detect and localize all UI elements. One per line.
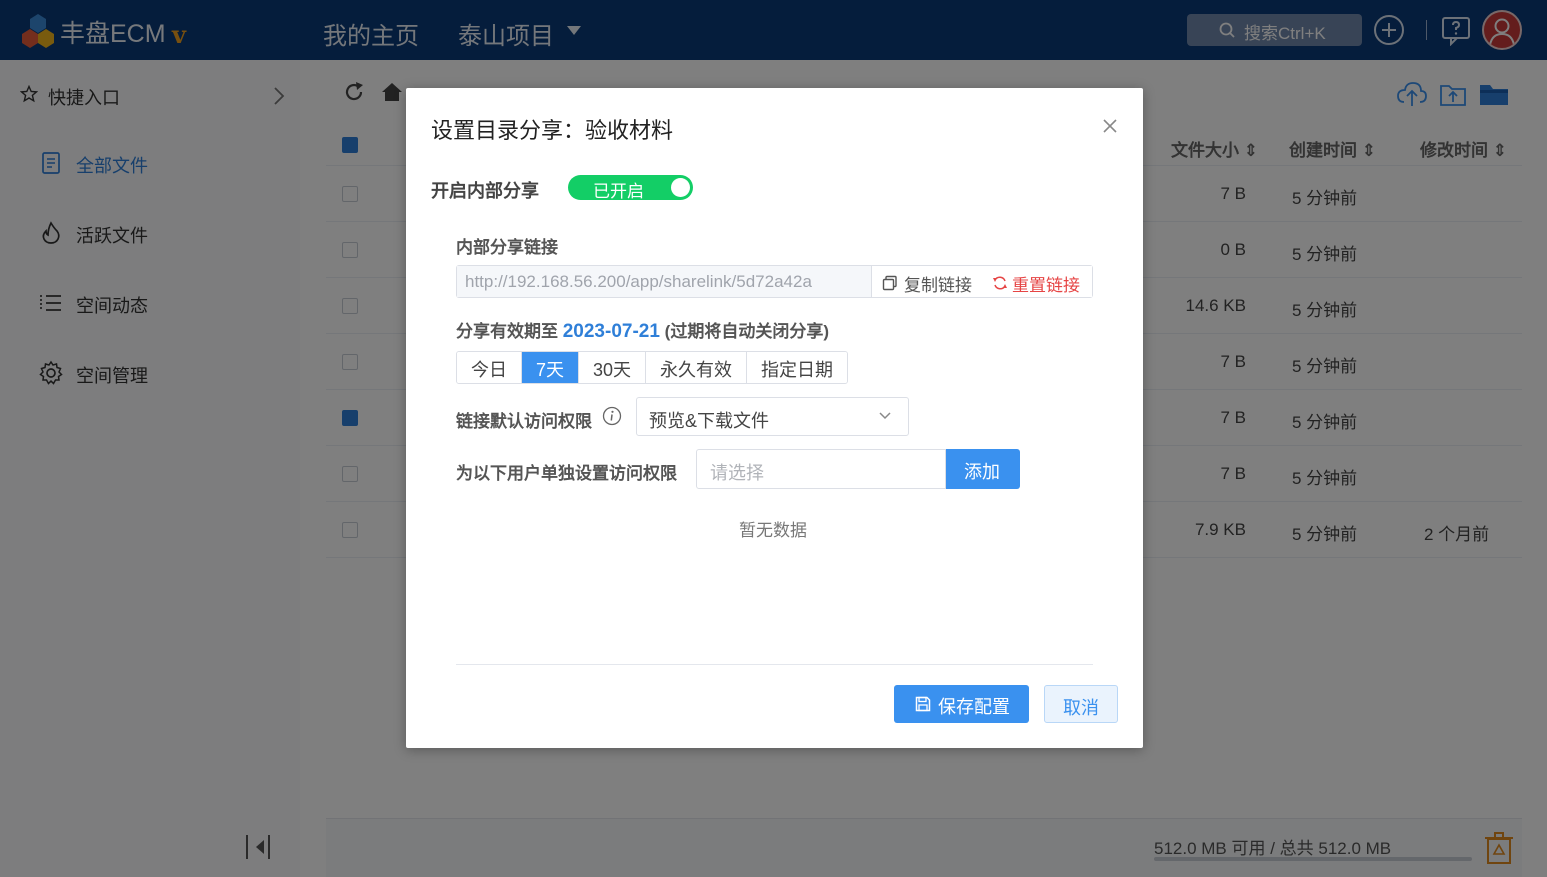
copy-link-label: 复制链接 bbox=[904, 276, 972, 295]
default-permission-label: 链接默认访问权限 bbox=[456, 412, 592, 431]
duration-custom-date[interactable]: 指定日期 bbox=[747, 352, 848, 383]
user-select-placeholder: 请选择 bbox=[710, 463, 764, 483]
duration-today[interactable]: 今日 bbox=[457, 352, 522, 383]
duration-permanent[interactable]: 永久有效 bbox=[646, 352, 748, 383]
internal-share-label: 开启内部分享 bbox=[431, 181, 539, 201]
expiry-note: (过期将自动关闭分享) bbox=[664, 322, 829, 341]
share-settings-dialog: 设置目录分享：验收材料 开启内部分享 已开启 内部分享链接 http://192… bbox=[406, 88, 1143, 748]
add-user-label: 添加 bbox=[964, 462, 1000, 482]
chevron-down-icon bbox=[879, 412, 891, 420]
duration-selector: 今日 7天 30天 永久有效 指定日期 bbox=[456, 351, 849, 384]
internal-share-toggle[interactable]: 已开启 bbox=[568, 175, 693, 201]
toggle-knob bbox=[671, 178, 690, 197]
save-icon bbox=[915, 696, 931, 712]
user-select-input[interactable]: 请选择 bbox=[696, 449, 946, 489]
default-permission-select[interactable]: 预览&下载文件 bbox=[636, 397, 909, 436]
add-user-button[interactable]: 添加 bbox=[946, 449, 1020, 489]
reset-link-button[interactable]: 重置链接 bbox=[986, 266, 1092, 297]
reset-icon bbox=[993, 276, 1007, 290]
cancel-button[interactable]: 取消 bbox=[1044, 685, 1118, 723]
copy-icon bbox=[882, 275, 897, 291]
close-icon[interactable] bbox=[1100, 116, 1120, 136]
dialog-title: 设置目录分享：验收材料 bbox=[431, 118, 674, 143]
share-link-field[interactable]: http://192.168.56.200/app/sharelink/5d72… bbox=[457, 266, 871, 297]
share-link-label: 内部分享链接 bbox=[456, 238, 558, 257]
share-link-group: http://192.168.56.200/app/sharelink/5d72… bbox=[456, 265, 1093, 298]
save-config-label: 保存配置 bbox=[938, 697, 1010, 717]
empty-state-text: 暂无数据 bbox=[739, 521, 807, 540]
reset-link-label: 重置链接 bbox=[1012, 276, 1080, 295]
expiry-prefix: 分享有效期至 bbox=[456, 322, 558, 341]
duration-7-days[interactable]: 7天 bbox=[522, 352, 580, 383]
save-config-button[interactable]: 保存配置 bbox=[894, 685, 1029, 723]
expiry-line: 分享有效期至 2023-07-21 (过期将自动关闭分享) bbox=[456, 317, 829, 343]
duration-30-days[interactable]: 30天 bbox=[579, 352, 647, 383]
expiry-date: 2023-07-21 bbox=[562, 321, 660, 342]
copy-link-button[interactable]: 复制链接 bbox=[871, 266, 986, 297]
info-icon[interactable] bbox=[602, 406, 622, 426]
toggle-state-label: 已开启 bbox=[593, 182, 644, 201]
default-permission-value: 预览&下载文件 bbox=[649, 411, 770, 431]
user-permission-label: 为以下用户单独设置访问权限 bbox=[456, 464, 677, 483]
cancel-label: 取消 bbox=[1063, 698, 1099, 718]
divider bbox=[456, 664, 1093, 665]
